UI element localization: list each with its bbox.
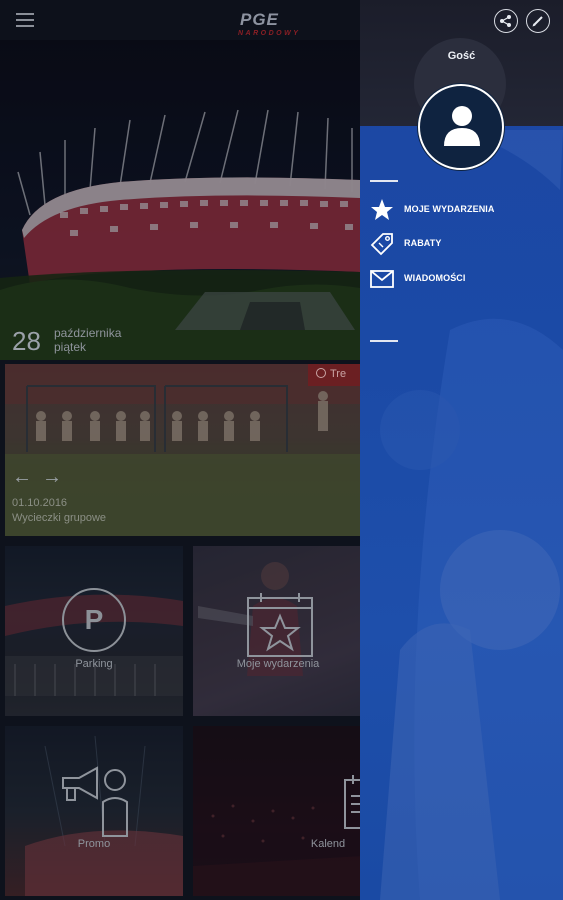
top-bar: PGE NARODOWY (0, 0, 360, 40)
menu-item-messages[interactable]: WIADOMOŚCI (370, 267, 550, 293)
user-icon (444, 106, 480, 146)
hero-banner[interactable]: 28 października piątek (0, 40, 360, 360)
tile-calendar[interactable]: Kalend (193, 726, 363, 896)
navigation-drawer: Gość MOJE WYDARZENIA RABATY WIADOMOŚCI (360, 0, 563, 900)
date-day: 28 (12, 326, 41, 356)
hamburger-menu-icon[interactable] (16, 13, 34, 27)
tile-promo[interactable]: Promo (5, 726, 183, 896)
parking-icon: P (62, 588, 126, 652)
arrow-left-icon[interactable]: ← (12, 466, 42, 489)
menu-item-label: RABATY (404, 238, 442, 248)
event-carousel-arrows: ← → (12, 466, 72, 489)
event-date: 01.10.2016 (12, 497, 68, 509)
envelope-icon (370, 270, 394, 288)
event-card[interactable]: Tre (5, 364, 360, 536)
guest-name: Gość (447, 50, 476, 62)
tile-promo-label: Promo (77, 838, 111, 850)
date-month: października (54, 326, 122, 340)
menu-item-discounts[interactable]: RABATY (370, 232, 550, 258)
menu-divider-bottom (370, 340, 398, 342)
logo-main-text: PGE (240, 10, 279, 29)
tile-calendar-label: Kalend (310, 838, 346, 850)
tile-my-events[interactable]: Moje wydarzenia (193, 546, 363, 716)
date-weekday: piątek (54, 340, 87, 354)
menu-item-label: WIADOMOŚCI (404, 273, 466, 283)
calendar-star-icon (247, 593, 313, 657)
megaphone-person-icon (62, 766, 128, 837)
avatar[interactable] (418, 84, 504, 170)
tile-parking-label: Parking (75, 658, 113, 670)
star-icon (371, 199, 393, 220)
edit-button[interactable] (526, 9, 550, 33)
app-root: PGE NARODOWY 28 października piątek Tre … (0, 0, 563, 900)
tile-my-events-label: Moje wydarzenia (236, 658, 320, 670)
tag-icon (370, 233, 393, 256)
arrow-right-icon[interactable]: → (42, 466, 72, 489)
event-badge[interactable]: Tre (308, 364, 360, 386)
tile-parking[interactable]: P Parking (5, 546, 183, 716)
event-title: Wycieczki grupowe (12, 512, 107, 524)
share-button[interactable] (494, 9, 518, 33)
menu-item-my-events[interactable]: MOJE WYDARZENIA (370, 198, 550, 224)
stadium-logo: PGE NARODOWY (238, 10, 338, 38)
menu-item-label: MOJE WYDARZENIA (404, 204, 495, 214)
logo-sub-text: NARODOWY (238, 30, 301, 37)
clock-icon (316, 368, 326, 378)
menu-divider-top (370, 180, 398, 182)
pencil-icon (532, 16, 543, 27)
share-icon (500, 15, 511, 27)
